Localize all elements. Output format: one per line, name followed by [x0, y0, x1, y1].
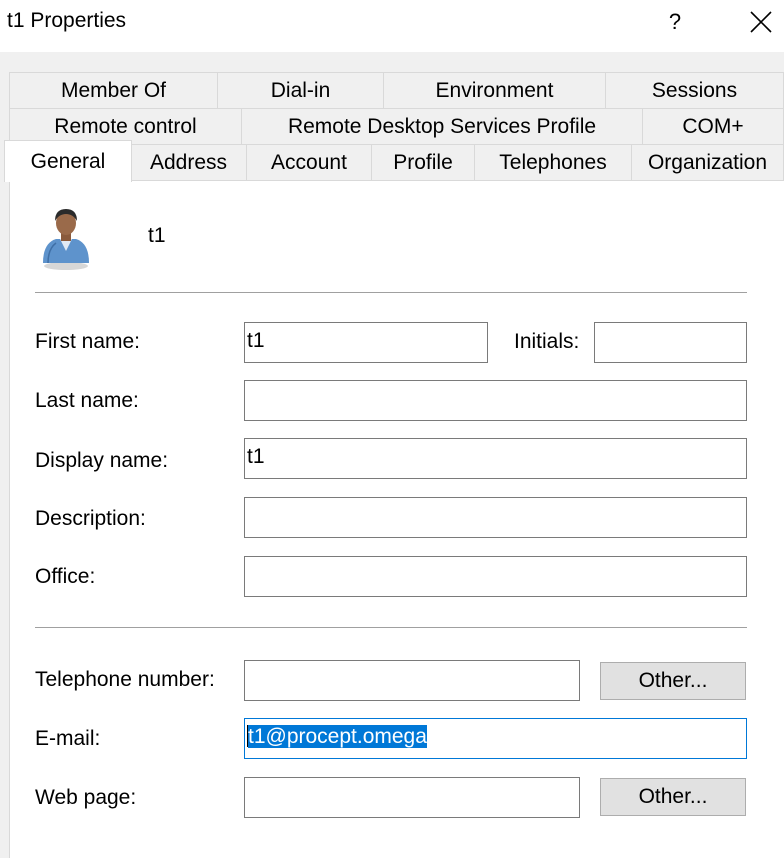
- display-name-field[interactable]: t1: [244, 438, 747, 479]
- tab-member-of[interactable]: Member Of: [9, 72, 218, 108]
- tab-environment[interactable]: Environment: [384, 72, 606, 108]
- web-page-label: Web page:: [35, 786, 137, 809]
- user-avatar-icon: [43, 209, 89, 270]
- close-button[interactable]: [738, 2, 784, 42]
- email-label: E-mail:: [35, 727, 101, 750]
- tab-com-plus[interactable]: COM+: [643, 108, 784, 144]
- telephone-number-field[interactable]: [244, 660, 580, 701]
- last-name-label: Last name:: [35, 389, 139, 412]
- web-page-other-button[interactable]: Other...: [600, 778, 746, 816]
- description-label: Description:: [35, 507, 146, 530]
- title-bar: t1 Properties ?: [0, 0, 784, 52]
- first-name-label: First name:: [35, 330, 141, 353]
- contact-divider: [35, 627, 747, 629]
- header-divider: [35, 292, 747, 294]
- tab-general[interactable]: General: [4, 140, 132, 182]
- close-icon: [750, 11, 772, 33]
- telephone-number-label: Telephone number:: [35, 668, 215, 691]
- description-field[interactable]: [244, 497, 747, 538]
- tab-account[interactable]: Account: [247, 144, 372, 180]
- telephone-other-button[interactable]: Other...: [600, 662, 746, 700]
- tab-organization[interactable]: Organization: [632, 144, 784, 180]
- tab-telephones[interactable]: Telephones: [475, 144, 632, 180]
- email-field[interactable]: t1@procept.omega: [244, 718, 747, 759]
- window-title: t1 Properties: [7, 9, 127, 32]
- last-name-field[interactable]: [244, 380, 747, 421]
- office-field[interactable]: [244, 556, 747, 597]
- display-name-label: Display name:: [35, 449, 169, 472]
- initials-field[interactable]: [594, 322, 747, 363]
- tab-dial-in[interactable]: Dial-in: [218, 72, 384, 108]
- tab-remote-control[interactable]: Remote control: [9, 108, 242, 144]
- tab-sessions[interactable]: Sessions: [606, 72, 784, 108]
- tab-address[interactable]: Address: [131, 144, 247, 180]
- first-name-field[interactable]: t1: [244, 322, 488, 363]
- office-label: Office:: [35, 565, 96, 588]
- tab-profile[interactable]: Profile: [372, 144, 475, 180]
- initials-label: Initials:: [514, 330, 580, 353]
- help-button[interactable]: ?: [650, 2, 700, 42]
- user-display-name: t1: [148, 224, 166, 247]
- web-page-field[interactable]: [244, 777, 580, 818]
- email-selected-text: t1@procept.omega: [248, 725, 427, 748]
- tab-remote-desktop-services-profile[interactable]: Remote Desktop Services Profile: [242, 108, 643, 144]
